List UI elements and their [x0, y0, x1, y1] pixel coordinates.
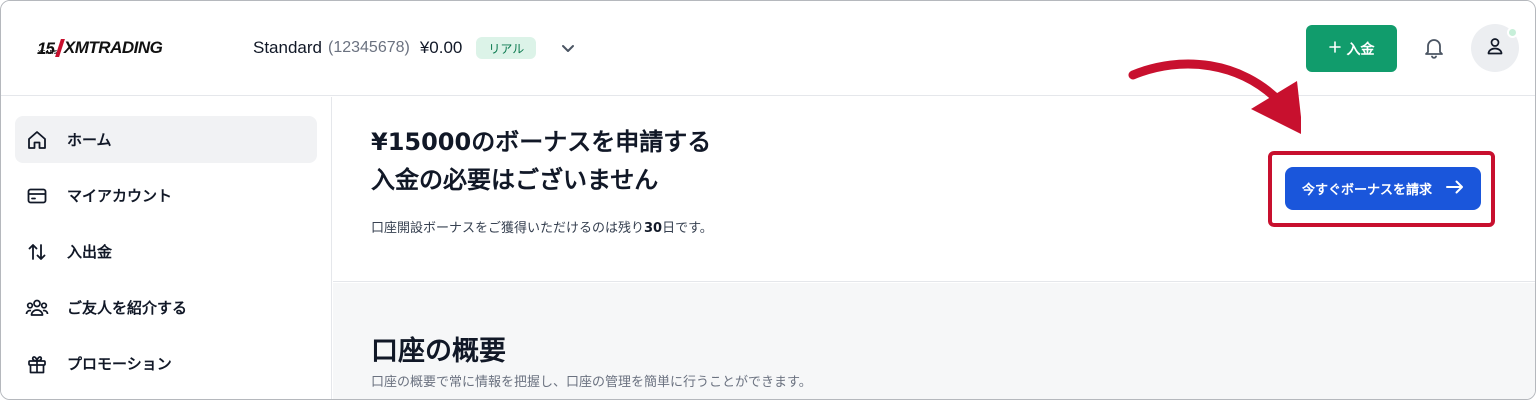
sidebar-item-label: マイアカウント — [67, 187, 173, 205]
home-icon — [25, 128, 49, 152]
banner-sub-prefix: 口座開設ボーナスをご獲得いただけるのは残り — [371, 221, 645, 236]
sidebar-item-label: プロモーション — [67, 355, 172, 373]
deposit-button[interactable]: 入金 — [1306, 25, 1397, 72]
bell-icon[interactable] — [1421, 35, 1447, 61]
arrow-right-icon — [1446, 180, 1464, 198]
section-subtitle: 口座の概要で常に情報を把握し、口座の管理を簡単に行うことができます。 — [371, 375, 812, 390]
chevron-down-icon[interactable] — [560, 40, 576, 56]
sidebar-item-promotions[interactable]: プロモーション — [15, 340, 317, 387]
banner-title-line1: ¥15000のボーナスを申請する — [371, 128, 712, 156]
account-number: (12345678) — [328, 39, 410, 56]
logo-text: XMTRADING — [63, 38, 163, 57]
users-icon — [25, 296, 49, 320]
red-arrow-annotation — [1128, 59, 1301, 134]
banner-subtitle: 口座開設ボーナスをご獲得いただけるのは残り30日です。 — [371, 217, 713, 236]
claim-bonus-button[interactable]: 今すぐボーナスを請求 — [1285, 167, 1481, 210]
xm-logo[interactable]: 15 YEARS XMTRADING — [37, 35, 163, 61]
banner-title: ¥15000のボーナスを申請する 入金の必要はございません — [371, 123, 711, 199]
account-selector[interactable]: Standard (12345678) ¥0.00 リアル — [253, 34, 576, 62]
transfer-arrows-icon — [25, 240, 49, 264]
sidebar-item-label: 入出金 — [67, 243, 113, 261]
sidebar-item-home[interactable]: ホーム — [15, 116, 317, 163]
bonus-banner: ¥15000のボーナスを申請する 入金の必要はございません 口座開設ボーナスをご… — [333, 97, 1535, 282]
app-window: 15 YEARS XMTRADING Standard (12345678) ¥… — [0, 0, 1536, 400]
gift-icon — [25, 352, 49, 376]
section-title: 口座の概要 — [371, 336, 506, 367]
banner-title-line2: 入金の必要はございません — [371, 166, 659, 194]
sidebar-item-refer-friend[interactable]: ご友人を紹介する — [15, 284, 317, 331]
account-balance: ¥0.00 — [419, 38, 463, 57]
top-header: 15 YEARS XMTRADING Standard (12345678) ¥… — [1, 1, 1535, 96]
sidebar-item-label: ホーム — [67, 131, 112, 149]
sidebar: ホーム マイアカウント 入出金 ご友人を紹介する プロモーション — [1, 97, 332, 399]
sidebar-item-deposit-withdraw[interactable]: 入出金 — [15, 228, 317, 275]
plus-icon — [1328, 40, 1341, 57]
account-type-badge: リアル — [476, 37, 537, 59]
card-icon — [25, 184, 49, 208]
banner-sub-suffix: 日です。 — [662, 221, 713, 236]
user-icon — [1485, 36, 1505, 60]
sidebar-item-label: ご友人を紹介する — [67, 299, 188, 317]
online-status-dot — [1507, 27, 1518, 38]
sidebar-item-my-account[interactable]: マイアカウント — [15, 172, 317, 219]
claim-bonus-label: 今すぐボーナスを請求 — [1301, 183, 1432, 198]
remaining-days: 30 — [644, 221, 663, 236]
account-overview-section: 口座の概要 口座の概要で常に情報を把握し、口座の管理を簡単に行うことができます。 — [333, 283, 1535, 399]
account-name: Standard — [253, 38, 322, 57]
deposit-label: 入金 — [1346, 41, 1375, 58]
